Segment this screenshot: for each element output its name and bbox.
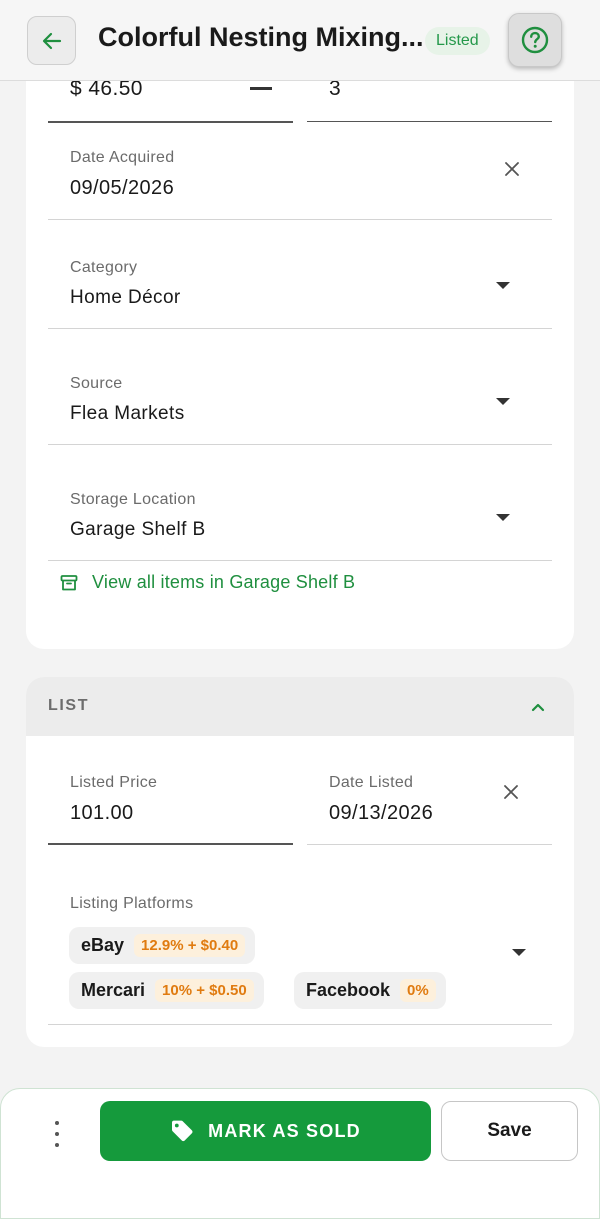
date-listed-label: Date Listed [329,774,414,791]
save-button[interactable]: Save [441,1101,578,1161]
help-icon [521,26,549,54]
clear-date-acquired-icon[interactable] [503,160,521,178]
view-storage-items-label: View all items in Garage Shelf B [92,572,356,592]
platform-chip-facebook[interactable]: Facebook 0% [294,972,446,1009]
dropdown-caret-icon [512,949,526,956]
category-value: Home Décor [70,287,181,308]
help-button[interactable] [508,13,562,67]
platform-fee-badge: 12.9% + $0.40 [134,934,246,957]
platform-name: Mercari [81,980,146,1000]
date-acquired-field[interactable]: Date Acquired 09/05/2026 [48,133,552,219]
quantity-field[interactable]: 3 [307,81,552,123]
storage-location-select[interactable]: Storage Location Garage Shelf B [48,445,552,560]
date-listed-value: 09/13/2026 [329,802,434,824]
more-options-icon[interactable] [47,1121,67,1147]
category-label: Category [70,259,138,276]
storage-location-label: Storage Location [70,491,196,508]
quantity-value: 3 [329,81,342,100]
list-section-card: LIST Listed Price 101.00 Date Listed 09/… [26,677,574,1047]
platform-fee-badge: 0% [400,979,436,1002]
platform-chip-ebay[interactable]: eBay 12.9% + $0.40 [69,927,256,964]
purchase-price-field[interactable]: $ 46.50 [48,81,293,123]
list-section-header[interactable]: LIST [26,677,574,736]
listed-price-field[interactable]: Listed Price 101.00 [48,737,293,844]
platform-chip-mercari[interactable]: Mercari 10% + $0.50 [69,972,264,1009]
dropdown-caret-icon [496,282,510,289]
purchase-price-value: $ 46.50 [70,81,143,100]
app-header: Colorful Nesting Mixing... Listed [0,0,600,81]
list-section-title: LIST [48,697,90,714]
mark-as-sold-label: MARK AS SOLD [208,1120,361,1141]
archive-box-icon [60,574,78,592]
status-badge: Listed [425,27,490,55]
clear-date-listed-icon[interactable] [502,783,520,801]
listed-price-label: Listed Price [70,774,158,791]
tag-icon [170,1119,194,1143]
bottom-action-bar: MARK AS SOLD Save [0,1088,600,1219]
listed-price-value: 101.00 [70,802,134,824]
platform-name: eBay [81,935,125,955]
date-acquired-label: Date Acquired [70,149,175,166]
stepper-minus-icon[interactable] [250,87,272,90]
purchase-details-card: $ 46.50 3 Date Acquired 09/05/2026 Categ… [26,81,574,649]
source-label: Source [70,375,123,392]
dropdown-caret-icon [496,514,510,521]
mark-as-sold-button[interactable]: MARK AS SOLD [100,1101,431,1161]
back-button[interactable] [27,16,76,65]
listing-platforms-label: Listing Platforms [70,895,194,912]
source-value: Flea Markets [70,403,185,424]
date-listed-field[interactable]: Date Listed 09/13/2026 [307,737,552,844]
category-select[interactable]: Category Home Décor [48,220,552,328]
platform-fee-badge: 10% + $0.50 [155,979,254,1002]
page-title: Colorful Nesting Mixing... [98,22,424,52]
storage-location-value: Garage Shelf B [70,519,206,540]
back-arrow-icon [42,32,61,49]
dropdown-caret-icon [496,398,510,405]
chevron-up-icon [531,703,545,712]
date-acquired-value: 09/05/2026 [70,177,175,199]
view-storage-items-link[interactable]: View all items in Garage Shelf B [60,572,355,593]
source-select[interactable]: Source Flea Markets [48,329,552,444]
platform-name: Facebook [306,980,391,1000]
